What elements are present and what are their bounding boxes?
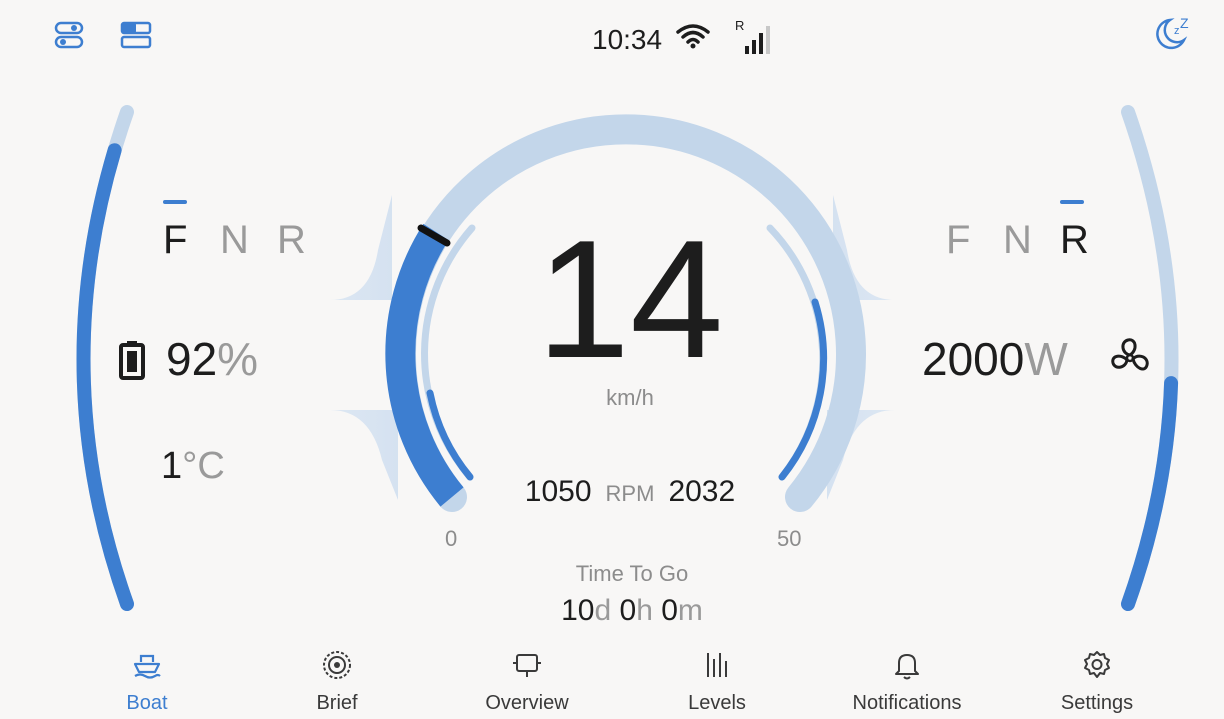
layout-panels-icon[interactable]	[120, 20, 152, 55]
right-gear-selector[interactable]: FNR	[946, 200, 1117, 263]
ttg-hours: 0	[619, 594, 637, 627]
gear-reverse[interactable]: R	[277, 218, 334, 263]
ttg-minutes-unit: m	[677, 594, 703, 627]
boat-icon	[67, 648, 227, 682]
rpm-left-value: 1050	[524, 475, 592, 508]
left-gear-selector[interactable]: FNR	[163, 200, 334, 263]
power-value: 2000	[922, 333, 1025, 385]
gear-forward[interactable]: F	[163, 200, 220, 263]
battery-value: 92	[166, 333, 218, 385]
nav-label: Brief	[316, 692, 358, 714]
battery-percentage: 92%	[166, 332, 258, 386]
nav-label: Overview	[485, 692, 569, 714]
gauge-scale-max: 50	[777, 526, 802, 551]
gauge-scale-min: 0	[445, 526, 458, 551]
ttg-days: 10	[561, 594, 595, 627]
rpm-readout: 1050 RPM 2032	[480, 475, 780, 509]
svg-text:Z: Z	[1180, 16, 1189, 31]
gear-reverse[interactable]: R	[1060, 200, 1117, 263]
nav-label: Boat	[126, 692, 168, 714]
nav-label: Levels	[688, 692, 746, 714]
brief-icon	[257, 648, 417, 682]
rpm-right-value: 2032	[668, 475, 736, 508]
gear-neutral[interactable]: N	[1003, 218, 1060, 263]
time-to-go-value: 10d 0h 0m	[512, 594, 752, 628]
ttg-minutes: 0	[661, 594, 678, 627]
nav-label: Settings	[1060, 692, 1134, 714]
time-to-go-label: Time To Go	[575, 561, 689, 586]
nav-label: Notifications	[852, 692, 962, 714]
power-unit: W	[1024, 333, 1068, 385]
temperature-value: 1	[161, 445, 183, 487]
temperature: 1°C	[161, 445, 225, 488]
inner-right-track	[766, 224, 827, 481]
right-lower-wing	[827, 410, 1090, 500]
motor-power: 2000W	[922, 332, 1068, 386]
speed-unit: km/h	[606, 385, 654, 410]
sleep-mode-icon[interactable]: z Z	[1152, 15, 1192, 57]
nav-notifications[interactable]: Notifications	[827, 648, 987, 715]
battery-unit: %	[217, 333, 259, 385]
bell-icon	[827, 648, 987, 682]
bottom-navigation: Boat Brief Overview Levels Notifications…	[0, 648, 1224, 719]
rpm-label: RPM	[605, 481, 655, 506]
gear-forward[interactable]: F	[946, 218, 1003, 263]
speed-value: 14	[536, 205, 724, 393]
nav-overview[interactable]: Overview	[447, 648, 607, 715]
toggle-controls-icon[interactable]	[54, 20, 84, 55]
ttg-days-unit: d	[594, 594, 612, 627]
battery-icon	[118, 340, 146, 385]
svg-text:z: z	[1174, 25, 1180, 37]
ttg-hours-unit: h	[636, 594, 653, 627]
overview-icon	[447, 648, 607, 682]
nav-levels[interactable]: Levels	[637, 648, 797, 715]
gear-icon	[1017, 648, 1177, 682]
wifi-icon	[676, 22, 710, 55]
nav-settings[interactable]: Settings	[1017, 648, 1177, 715]
status-time: 10:34	[592, 24, 663, 55]
gear-neutral[interactable]: N	[220, 218, 277, 263]
levels-icon	[637, 648, 797, 682]
fan-icon	[1108, 336, 1152, 385]
nav-brief[interactable]: Brief	[257, 648, 417, 715]
nav-boat[interactable]: Boat	[67, 648, 227, 715]
temperature-unit: °C	[182, 445, 225, 487]
